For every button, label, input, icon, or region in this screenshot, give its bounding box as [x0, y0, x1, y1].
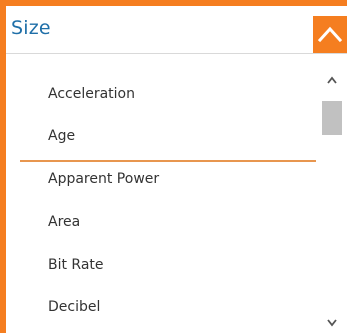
- chevron-up-icon: [327, 76, 337, 84]
- unit-list: Acceleration Age Apparent Power Area Bit…: [6, 64, 316, 333]
- dropdown-header[interactable]: Size: [6, 6, 347, 54]
- scroll-up-button[interactable]: [317, 72, 347, 86]
- list-item-age[interactable]: Age: [48, 128, 75, 144]
- list-scrollbar[interactable]: [317, 64, 347, 333]
- collapse-button[interactable]: [313, 16, 347, 53]
- dropdown-title: Size: [11, 17, 51, 39]
- list-item-decibel[interactable]: Decibel: [48, 299, 100, 315]
- size-dropdown: Size Acceleration Age Apparent Power Are…: [0, 0, 347, 333]
- list-item-apparent-power[interactable]: Apparent Power: [48, 171, 159, 187]
- list-item-area[interactable]: Area: [48, 214, 80, 230]
- list-divider: [20, 160, 316, 162]
- list-item-bit-rate[interactable]: Bit Rate: [48, 257, 104, 273]
- scroll-thumb[interactable]: [322, 101, 342, 135]
- chevron-down-icon: [327, 319, 337, 327]
- scroll-down-button[interactable]: [317, 315, 347, 329]
- list-item-acceleration[interactable]: Acceleration: [48, 86, 135, 102]
- chevron-up-icon: [318, 26, 342, 43]
